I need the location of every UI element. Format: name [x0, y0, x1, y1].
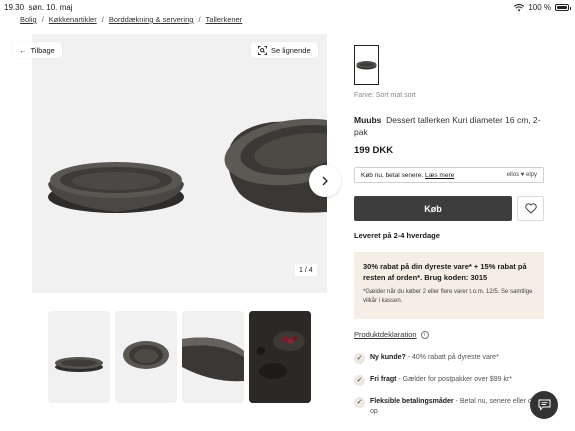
swatch-plate-image [356, 61, 377, 70]
visual-search-icon [258, 45, 267, 55]
product-price: 199 DKK [354, 145, 394, 156]
thumbnail-plate-side [55, 357, 103, 372]
benefit-title: Fri fragt [370, 376, 397, 383]
breadcrumb-item-bolig[interactable]: Bolig [20, 15, 37, 24]
buy-button[interactable]: Køb [354, 196, 512, 221]
product-name: Dessert tallerken Kuri diameter 16 cm, 2… [354, 115, 541, 137]
status-time-text: 19.30 [4, 3, 25, 12]
benefit-free-shipping: ✓ Fri fragt - Gælder for postpakker over… [354, 375, 544, 386]
info-icon[interactable]: i [420, 330, 429, 339]
pay-later-text: Køb nu, betal senere. [361, 171, 424, 179]
payment-provider-logos: ellos ♥ elpy [506, 172, 537, 178]
breadcrumb-separator: / [101, 15, 104, 24]
favorite-button[interactable] [517, 196, 544, 221]
status-time: 19.30 søn. 10. maj [4, 3, 73, 12]
thumbnail-3[interactable] [182, 311, 244, 403]
breadcrumb-item-borddaekning[interactable]: Borddækning & servering [109, 15, 194, 24]
heart-icon [524, 203, 537, 214]
breadcrumb-item-kokkenartikler[interactable]: Køkkenartikler [49, 15, 97, 24]
check-icon: ✓ [354, 397, 365, 408]
back-button-label: Tilbage [30, 45, 55, 55]
breadcrumb-separator: / [41, 15, 44, 24]
main-product-image[interactable] [32, 34, 327, 293]
breadcrumb-item-tallerkener[interactable]: Tallerkener [206, 15, 243, 24]
plate-photo [48, 118, 327, 213]
back-button[interactable]: ← Tilbage [12, 42, 62, 58]
thumbnail-strip [48, 311, 311, 403]
image-counter: 1 / 4 [295, 264, 317, 276]
pay-later-banner: Køb nu, betal senere. Læs mere ellos ♥ e… [354, 167, 544, 183]
product-declaration-link[interactable]: Produktdeklaration [354, 330, 417, 339]
product-title: Muubs Dessert tallerken Kuri diameter 16… [354, 114, 544, 138]
benefit-text: Ny kunde? - 40% rabatt på dyreste vare* [370, 353, 499, 364]
benefit-text: Fri fragt - Gælder for postpakker over $… [370, 375, 512, 386]
thumbnail-plate-angle [123, 341, 169, 369]
see-similar-button[interactable]: Se lignende [251, 42, 318, 58]
product-declaration[interactable]: Produktdeklaration i [354, 330, 429, 339]
status-date: søn. 10. maj [28, 3, 73, 12]
benefit-flexible-payment: ✓ Fleksible betalingsmåder - Betal nu, s… [354, 397, 544, 417]
pay-later-text-wrap: Køb nu, betal senere. Læs mere [361, 172, 454, 179]
arrow-left-icon: ← [19, 45, 27, 55]
thumbnail-4[interactable] [249, 311, 311, 403]
breadcrumb: Bolig / Køkkenartikler / Borddækning & s… [20, 15, 242, 24]
thumbnail-lifestyle [249, 311, 311, 403]
chat-icon [538, 399, 550, 411]
thumbnail-2[interactable] [115, 311, 177, 403]
promo-fine-print: *Gælder når du køber 2 eller flere varer… [363, 289, 533, 304]
chevron-right-icon [322, 176, 328, 186]
product-brand[interactable]: Muubs [354, 115, 381, 125]
battery-icon [555, 4, 571, 11]
status-right: 100 % [514, 3, 571, 12]
pay-later-read-more-link[interactable]: Læs mere [425, 172, 454, 179]
status-bar: 19.30 søn. 10. maj 100 % [0, 0, 575, 14]
benefit-text: Fleksible betalingsmåder - Betal nu, sen… [370, 397, 544, 417]
breadcrumb-separator: / [198, 15, 201, 24]
battery-percent: 100 % [528, 3, 551, 12]
promo-headline: 30% rabat på din dyreste vare* + 15% rab… [363, 262, 527, 282]
color-label: Farve: Sort mat sort [354, 92, 416, 99]
promo-box: 30% rabat på din dyreste vare* + 15% rab… [354, 252, 544, 319]
check-icon: ✓ [354, 375, 365, 386]
thumbnail-plate-closeup [182, 337, 244, 382]
see-similar-label: Se lignende [271, 45, 311, 55]
delivery-info: Leveret på 2-4 hverdage [354, 231, 440, 240]
color-swatch[interactable] [354, 45, 379, 85]
chat-button[interactable] [530, 391, 558, 419]
thumbnail-1[interactable] [48, 311, 110, 403]
benefit-desc: - Gælder for postpakker over $99 kr* [396, 376, 513, 383]
benefit-title: Ny kunde? [370, 354, 406, 361]
next-image-button[interactable] [309, 165, 341, 197]
benefit-title: Fleksible betalingsmåder [370, 398, 454, 405]
benefit-new-customer: ✓ Ny kunde? - 40% rabatt på dyreste vare… [354, 353, 544, 364]
benefit-desc: - 40% rabatt på dyreste vare* [405, 354, 499, 361]
check-icon: ✓ [354, 353, 365, 364]
wifi-icon [514, 3, 525, 11]
